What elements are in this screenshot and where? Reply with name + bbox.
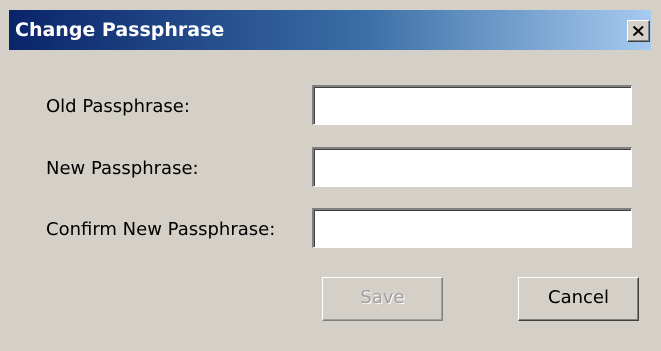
old-passphrase-label: Old Passphrase: [46, 96, 190, 117]
confirm-passphrase-label: Confirm New Passphrase: [46, 219, 276, 240]
cancel-button[interactable]: Cancel [518, 277, 639, 321]
new-passphrase-input[interactable] [312, 147, 632, 187]
close-icon [632, 25, 644, 37]
dialog-title: Change Passphrase [15, 19, 225, 41]
change-passphrase-dialog: Change Passphrase Old Passphrase: New Pa… [0, 0, 661, 351]
save-button[interactable]: Save [322, 277, 443, 321]
old-passphrase-input[interactable] [312, 85, 632, 125]
close-button[interactable] [627, 20, 650, 42]
confirm-passphrase-input[interactable] [312, 208, 632, 248]
title-bar[interactable]: Change Passphrase [9, 10, 651, 50]
new-passphrase-label: New Passphrase: [46, 158, 199, 179]
